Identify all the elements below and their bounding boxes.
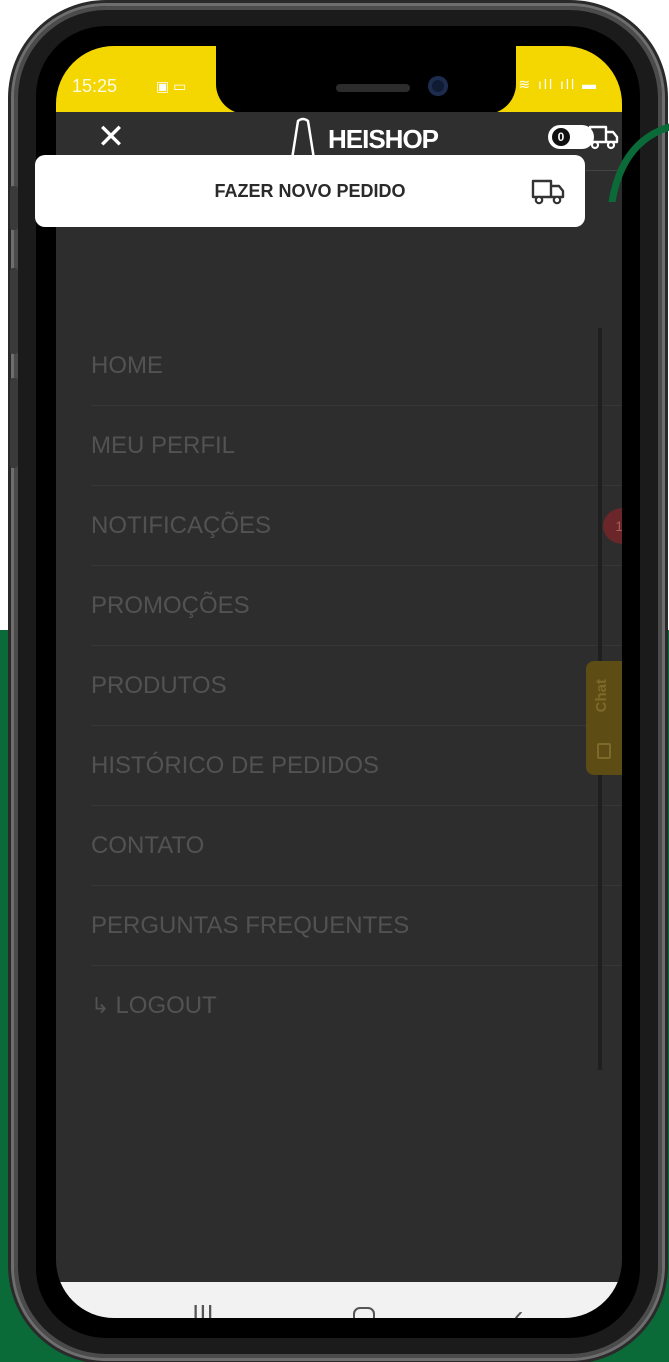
menu-item-faq[interactable]: PERGUNTAS FREQUENTES xyxy=(91,886,622,966)
notifications-count-badge: 12 xyxy=(603,508,622,544)
system-nav-bar: ||| ‹ xyxy=(56,1282,622,1318)
new-order-label: FAZER NOVO PEDIDO xyxy=(214,180,406,201)
cart-count-badge: 0 xyxy=(552,128,570,146)
volume-up-button xyxy=(10,268,18,354)
close-menu-button[interactable]: ✕ xyxy=(90,116,132,158)
notification-icons: ▣ ▭ xyxy=(156,78,187,94)
chat-tab[interactable]: Chat xyxy=(586,661,622,775)
menu-item-label: PRODUTOS xyxy=(91,671,227,699)
logout-arrow-icon: ↳ xyxy=(91,992,110,1018)
menu-item-contact[interactable]: CONTATO xyxy=(91,806,622,886)
speaker xyxy=(336,84,410,92)
menu-item-products[interactable]: PRODUTOS xyxy=(91,646,622,726)
app-screen: 15:25 ▣ ▭ ⚟ ≋ ıll ıll ▬ ✕ HEISHOP 0 HOME… xyxy=(56,46,622,1318)
chat-icon xyxy=(597,743,611,759)
chat-label: Chat xyxy=(593,679,610,713)
side-button xyxy=(10,186,18,230)
volume-down-button xyxy=(10,378,18,468)
menu-item-label: MEU PERFIL xyxy=(91,431,236,459)
menu-item-label: PERGUNTAS FREQUENTES xyxy=(91,911,410,939)
status-time: 15:25 xyxy=(72,76,118,96)
menu-item-label: PROMOÇÕES xyxy=(91,591,250,619)
menu-item-notifications[interactable]: NOTIFICAÇÕES 12 xyxy=(91,486,622,566)
menu-item-label: HOME xyxy=(91,351,163,379)
cart-pill: 0 xyxy=(548,125,594,149)
back-icon[interactable]: ‹ xyxy=(514,1300,523,1318)
notch xyxy=(216,46,516,114)
logo-text: HEISHOP xyxy=(328,123,439,154)
camera-icon xyxy=(428,76,448,96)
decorative-arc xyxy=(608,123,669,202)
menu-item-order-history[interactable]: HISTÓRICO DE PEDIDOS xyxy=(91,726,622,806)
menu-item-promotions[interactable]: PROMOÇÕES xyxy=(91,566,622,646)
truck-icon xyxy=(531,179,565,205)
menu-item-home[interactable]: HOME xyxy=(91,326,622,406)
home-icon[interactable] xyxy=(352,1300,376,1318)
side-menu: HOME MEU PERFIL NOTIFICAÇÕES 12 PROMOÇÕE… xyxy=(91,326,622,1045)
menu-item-label: HISTÓRICO DE PEDIDOS xyxy=(91,751,380,779)
close-icon: ✕ xyxy=(96,118,126,156)
new-order-button[interactable]: FAZER NOVO PEDIDO xyxy=(35,155,585,227)
menu-item-label: LOGOUT xyxy=(115,991,217,1019)
menu-item-profile[interactable]: MEU PERFIL xyxy=(91,406,622,486)
menu-item-label: NOTIFICAÇÕES xyxy=(91,511,272,539)
menu-item-label: CONTATO xyxy=(91,831,205,859)
menu-item-logout[interactable]: ↳ LOGOUT xyxy=(91,966,622,1045)
recent-apps-icon[interactable]: ||| xyxy=(192,1300,214,1318)
